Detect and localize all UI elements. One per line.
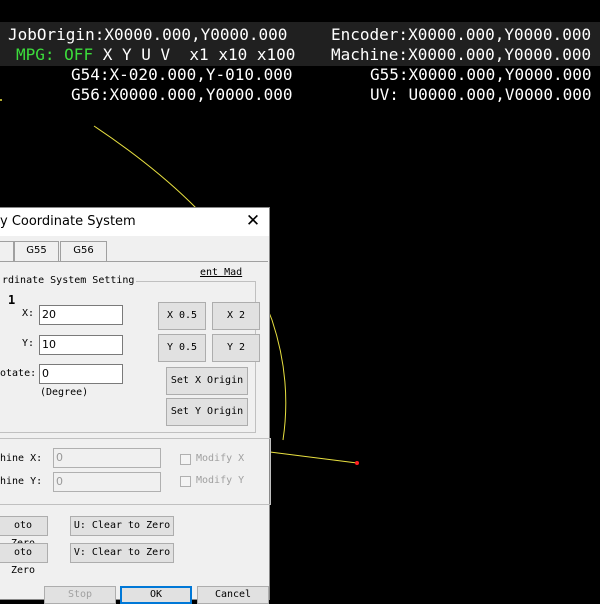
- tab-g54[interactable]: [0, 241, 14, 261]
- modify-y-checkbox[interactable]: [180, 476, 191, 487]
- degree-label: (Degree): [40, 387, 89, 398]
- path-point: [0, 99, 2, 101]
- goto-zero-x-button[interactable]: oto Zero: [0, 516, 48, 549]
- y-offset-input[interactable]: 10: [39, 335, 123, 355]
- dialog-title: y Coordinate System: [0, 214, 136, 229]
- tab-g56[interactable]: G56: [60, 241, 107, 261]
- mode-label: ent Mad: [200, 267, 243, 278]
- set-y-origin-button[interactable]: Set Y Origin: [166, 398, 248, 426]
- y-label: Y:: [22, 338, 35, 349]
- u-clear-to-zero-button[interactable]: U: Clear to Zero: [70, 516, 174, 536]
- group-title: rdinate System Setting: [0, 275, 137, 286]
- cancel-button[interactable]: Cancel: [197, 586, 269, 604]
- close-icon[interactable]: ✕: [243, 211, 263, 231]
- y-double-button[interactable]: Y 2: [212, 334, 260, 362]
- set-x-origin-button[interactable]: Set X Origin: [166, 367, 248, 395]
- rotate-label: otate:: [0, 368, 37, 379]
- x-double-button[interactable]: X 2: [212, 302, 260, 330]
- machine-x-label: hine X:: [0, 453, 43, 464]
- modify-x-checkbox[interactable]: [180, 454, 191, 465]
- dialog-title-bar[interactable]: y Coordinate System ✕: [0, 208, 269, 236]
- v-clear-to-zero-button[interactable]: V: Clear to Zero: [70, 543, 174, 563]
- ok-button[interactable]: OK: [120, 586, 192, 604]
- modify-y-label: Modify Y: [196, 475, 245, 486]
- rotate-input[interactable]: 0: [39, 364, 123, 384]
- tab-divider: [0, 261, 268, 262]
- machine-x-input[interactable]: 0: [53, 448, 161, 468]
- x-offset-input[interactable]: 20: [39, 305, 123, 325]
- machine-y-label: hine Y:: [0, 476, 43, 487]
- coordinate-system-dialog: y Coordinate System ✕ G55 G56 rdinate Sy…: [0, 207, 271, 604]
- modify-x-label: Modify X: [196, 453, 245, 464]
- y-half-button[interactable]: Y 0.5: [158, 334, 206, 362]
- goto-zero-y-button[interactable]: oto Zero: [0, 543, 48, 576]
- x-label: X:: [22, 308, 35, 319]
- coord-number: 1: [8, 293, 16, 307]
- x-half-button[interactable]: X 0.5: [158, 302, 206, 330]
- toolpath-line: [269, 451, 358, 464]
- machine-y-input[interactable]: 0: [53, 472, 161, 492]
- current-position-marker: [355, 461, 359, 465]
- tab-g55[interactable]: G55: [14, 241, 59, 261]
- stop-button[interactable]: Stop: [44, 586, 116, 604]
